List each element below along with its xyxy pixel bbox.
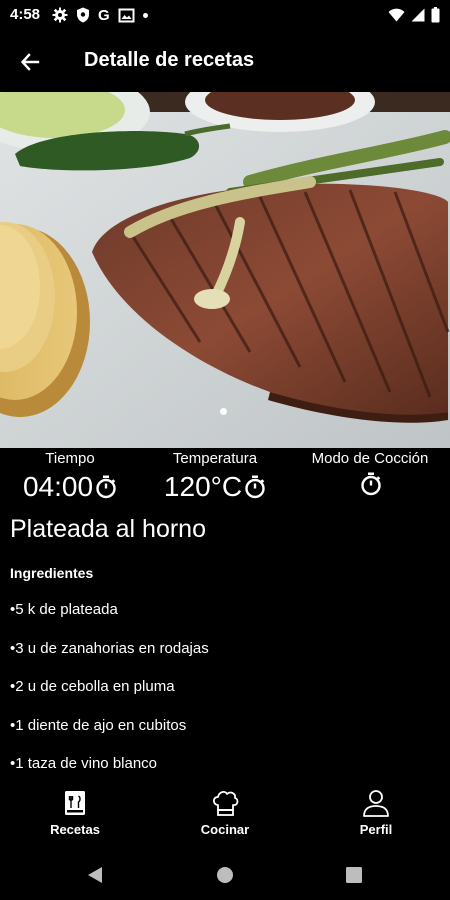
signal-icon <box>411 8 425 22</box>
recipe-image-carousel[interactable] <box>0 92 450 448</box>
nav-label: Recetas <box>50 822 100 837</box>
ingredient-item: •1 diente de ajo en cubitos <box>10 716 187 734</box>
status-bar: 4:58 G <box>0 0 450 30</box>
stat-time: Tiempo 04:00 <box>12 450 128 502</box>
nav-perfil[interactable]: Perfil <box>326 788 426 837</box>
recipe-stats: Tiempo 04:00 Temperatura 120°C Modo de C… <box>0 450 450 510</box>
home-circle-icon <box>217 867 233 883</box>
status-system-icons <box>388 5 440 25</box>
app-bar: Detalle de recetas <box>0 30 450 92</box>
stat-value: 120°C <box>163 471 243 502</box>
stat-temperature: Temperatura 120°C <box>152 450 278 502</box>
recipe-book-icon <box>65 791 85 815</box>
ingredient-item: •3 u de zanahorias en rodajas <box>10 639 209 657</box>
back-triangle-icon <box>88 867 102 883</box>
nav-recetas[interactable]: Recetas <box>25 788 125 837</box>
ingredient-item: •2 u de cebolla en pluma <box>10 678 175 695</box>
stat-value: 04:00 <box>22 471 94 502</box>
bottom-navigation: Recetas Cocinar Perfil <box>0 780 450 850</box>
timer-icon <box>96 475 116 499</box>
back-button[interactable] <box>14 46 46 78</box>
gear-icon <box>52 7 68 23</box>
recents-square-icon <box>346 867 362 883</box>
nav-cocinar[interactable]: Cocinar <box>175 788 275 837</box>
nav-label: Cocinar <box>200 822 250 837</box>
battery-icon <box>431 7 440 23</box>
system-home-button[interactable] <box>212 862 238 888</box>
system-back-button[interactable] <box>82 862 108 888</box>
stat-label: Temperatura <box>172 450 258 467</box>
arrow-left-icon <box>20 53 40 71</box>
shield-icon <box>77 7 89 23</box>
stat-label: Modo de Cocción <box>311 450 429 467</box>
nav-label: Perfil <box>359 822 393 837</box>
page-title: Detalle de recetas <box>84 49 255 71</box>
ingredients-heading: Ingredientes <box>10 565 94 581</box>
stat-label: Tiempo <box>45 450 95 467</box>
steak-photo <box>0 92 450 448</box>
chef-hat-icon <box>212 790 239 816</box>
ingredient-item: •5 k de plateada <box>10 601 118 618</box>
wifi-icon <box>388 8 405 22</box>
recipe-title: Plateada al horno <box>10 515 206 543</box>
image-icon <box>118 8 135 22</box>
system-recents-button[interactable] <box>341 862 367 888</box>
status-notification-icons: G <box>52 5 148 25</box>
carousel-indicator-dot[interactable] <box>220 408 227 415</box>
status-time: 4:58 <box>10 6 41 23</box>
stat-cooking-mode: Modo de Cocción <box>300 450 440 496</box>
more-notifications-dot <box>142 12 148 18</box>
google-g-icon: G <box>98 6 110 24</box>
person-icon <box>363 790 389 817</box>
timer-icon <box>361 472 381 496</box>
timer-icon <box>245 475 265 499</box>
ingredients-list: •5 k de plateada •3 u de zanahorias en r… <box>10 600 209 793</box>
system-navigation-bar <box>0 850 450 900</box>
